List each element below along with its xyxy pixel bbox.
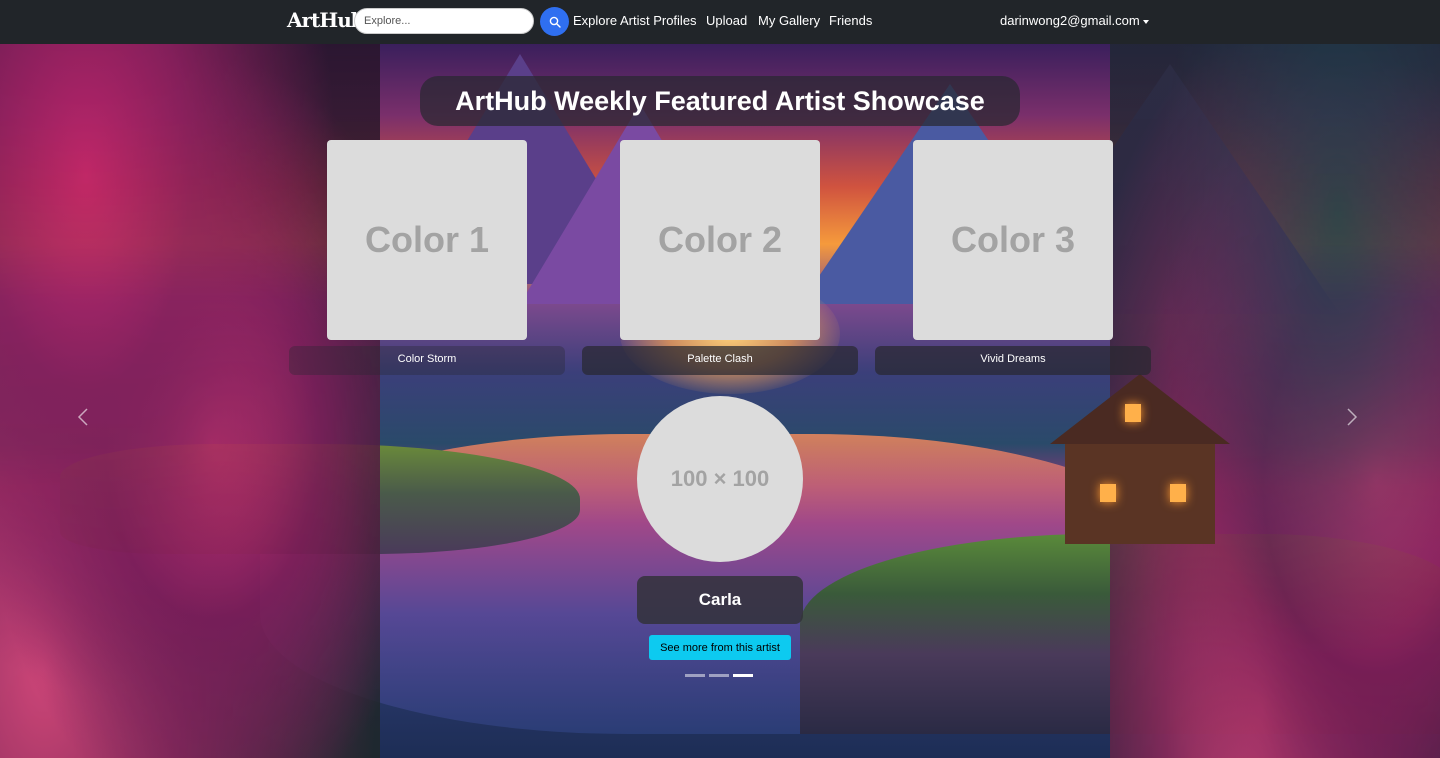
carousel-indicator-3[interactable] [733, 674, 753, 677]
artwork-card-3[interactable]: Color 3 [913, 140, 1113, 340]
search-icon [549, 16, 561, 28]
brand-logo[interactable]: ArtHub [287, 8, 365, 32]
showcase-title-banner: ArtHub Weekly Featured Artist Showcase [420, 76, 1020, 126]
nav-link-upload[interactable]: Upload [706, 13, 747, 28]
caret-down-icon [1142, 19, 1149, 24]
artwork-title: Color Storm [397, 352, 457, 365]
search-input[interactable] [354, 8, 534, 34]
carousel-prev-button[interactable] [68, 400, 98, 434]
cabin-window [1125, 404, 1141, 422]
carousel-next-button[interactable] [1337, 400, 1367, 434]
artwork-placeholder-text: Color 1 [364, 219, 489, 260]
artist-name: Carla [698, 590, 742, 609]
navbar: ArtHub Explore Artist Profiles Upload My… [0, 0, 1440, 44]
cabin-body [1065, 404, 1215, 544]
artwork-caption-1: Color Storm [289, 346, 565, 375]
nav-link-explore-artist-profiles[interactable]: Explore Artist Profiles [573, 13, 697, 28]
artwork-title: Palette Clash [687, 352, 753, 365]
carousel-indicators [685, 674, 753, 677]
user-email: darinwong2@gmail.com [1000, 13, 1140, 28]
artwork-card-1[interactable]: Color 1 [327, 140, 527, 340]
carousel-indicator-1[interactable] [685, 674, 705, 677]
artwork-card-2[interactable]: Color 2 [620, 140, 820, 340]
cabin-window [1100, 484, 1116, 502]
artwork-caption-3: Vivid Dreams [875, 346, 1151, 375]
chevron-left-icon [77, 408, 88, 426]
artwork-placeholder-text: Color 2 [657, 219, 782, 260]
artist-name-box: Carla [637, 576, 803, 624]
user-dropdown[interactable]: darinwong2@gmail.com [1000, 13, 1149, 28]
nav-link-my-gallery[interactable]: My Gallery [758, 13, 820, 28]
avatar-placeholder-text: 100 × 100 [670, 466, 770, 491]
nav-link-friends[interactable]: Friends [829, 13, 872, 28]
chevron-right-icon [1347, 408, 1358, 426]
artwork-caption-2: Palette Clash [582, 346, 858, 375]
see-more-button[interactable]: See more from this artist [649, 635, 791, 660]
showcase-title: ArtHub Weekly Featured Artist Showcase [455, 85, 985, 116]
artwork-placeholder-text: Color 3 [950, 219, 1075, 260]
search-button[interactable] [540, 7, 569, 36]
cabin-window [1170, 484, 1186, 502]
artist-avatar: 100 × 100 [637, 396, 803, 562]
left-forest [0, 44, 380, 758]
carousel-indicator-2[interactable] [709, 674, 729, 677]
artwork-title: Vivid Dreams [980, 352, 1046, 365]
cabin [1050, 374, 1230, 554]
